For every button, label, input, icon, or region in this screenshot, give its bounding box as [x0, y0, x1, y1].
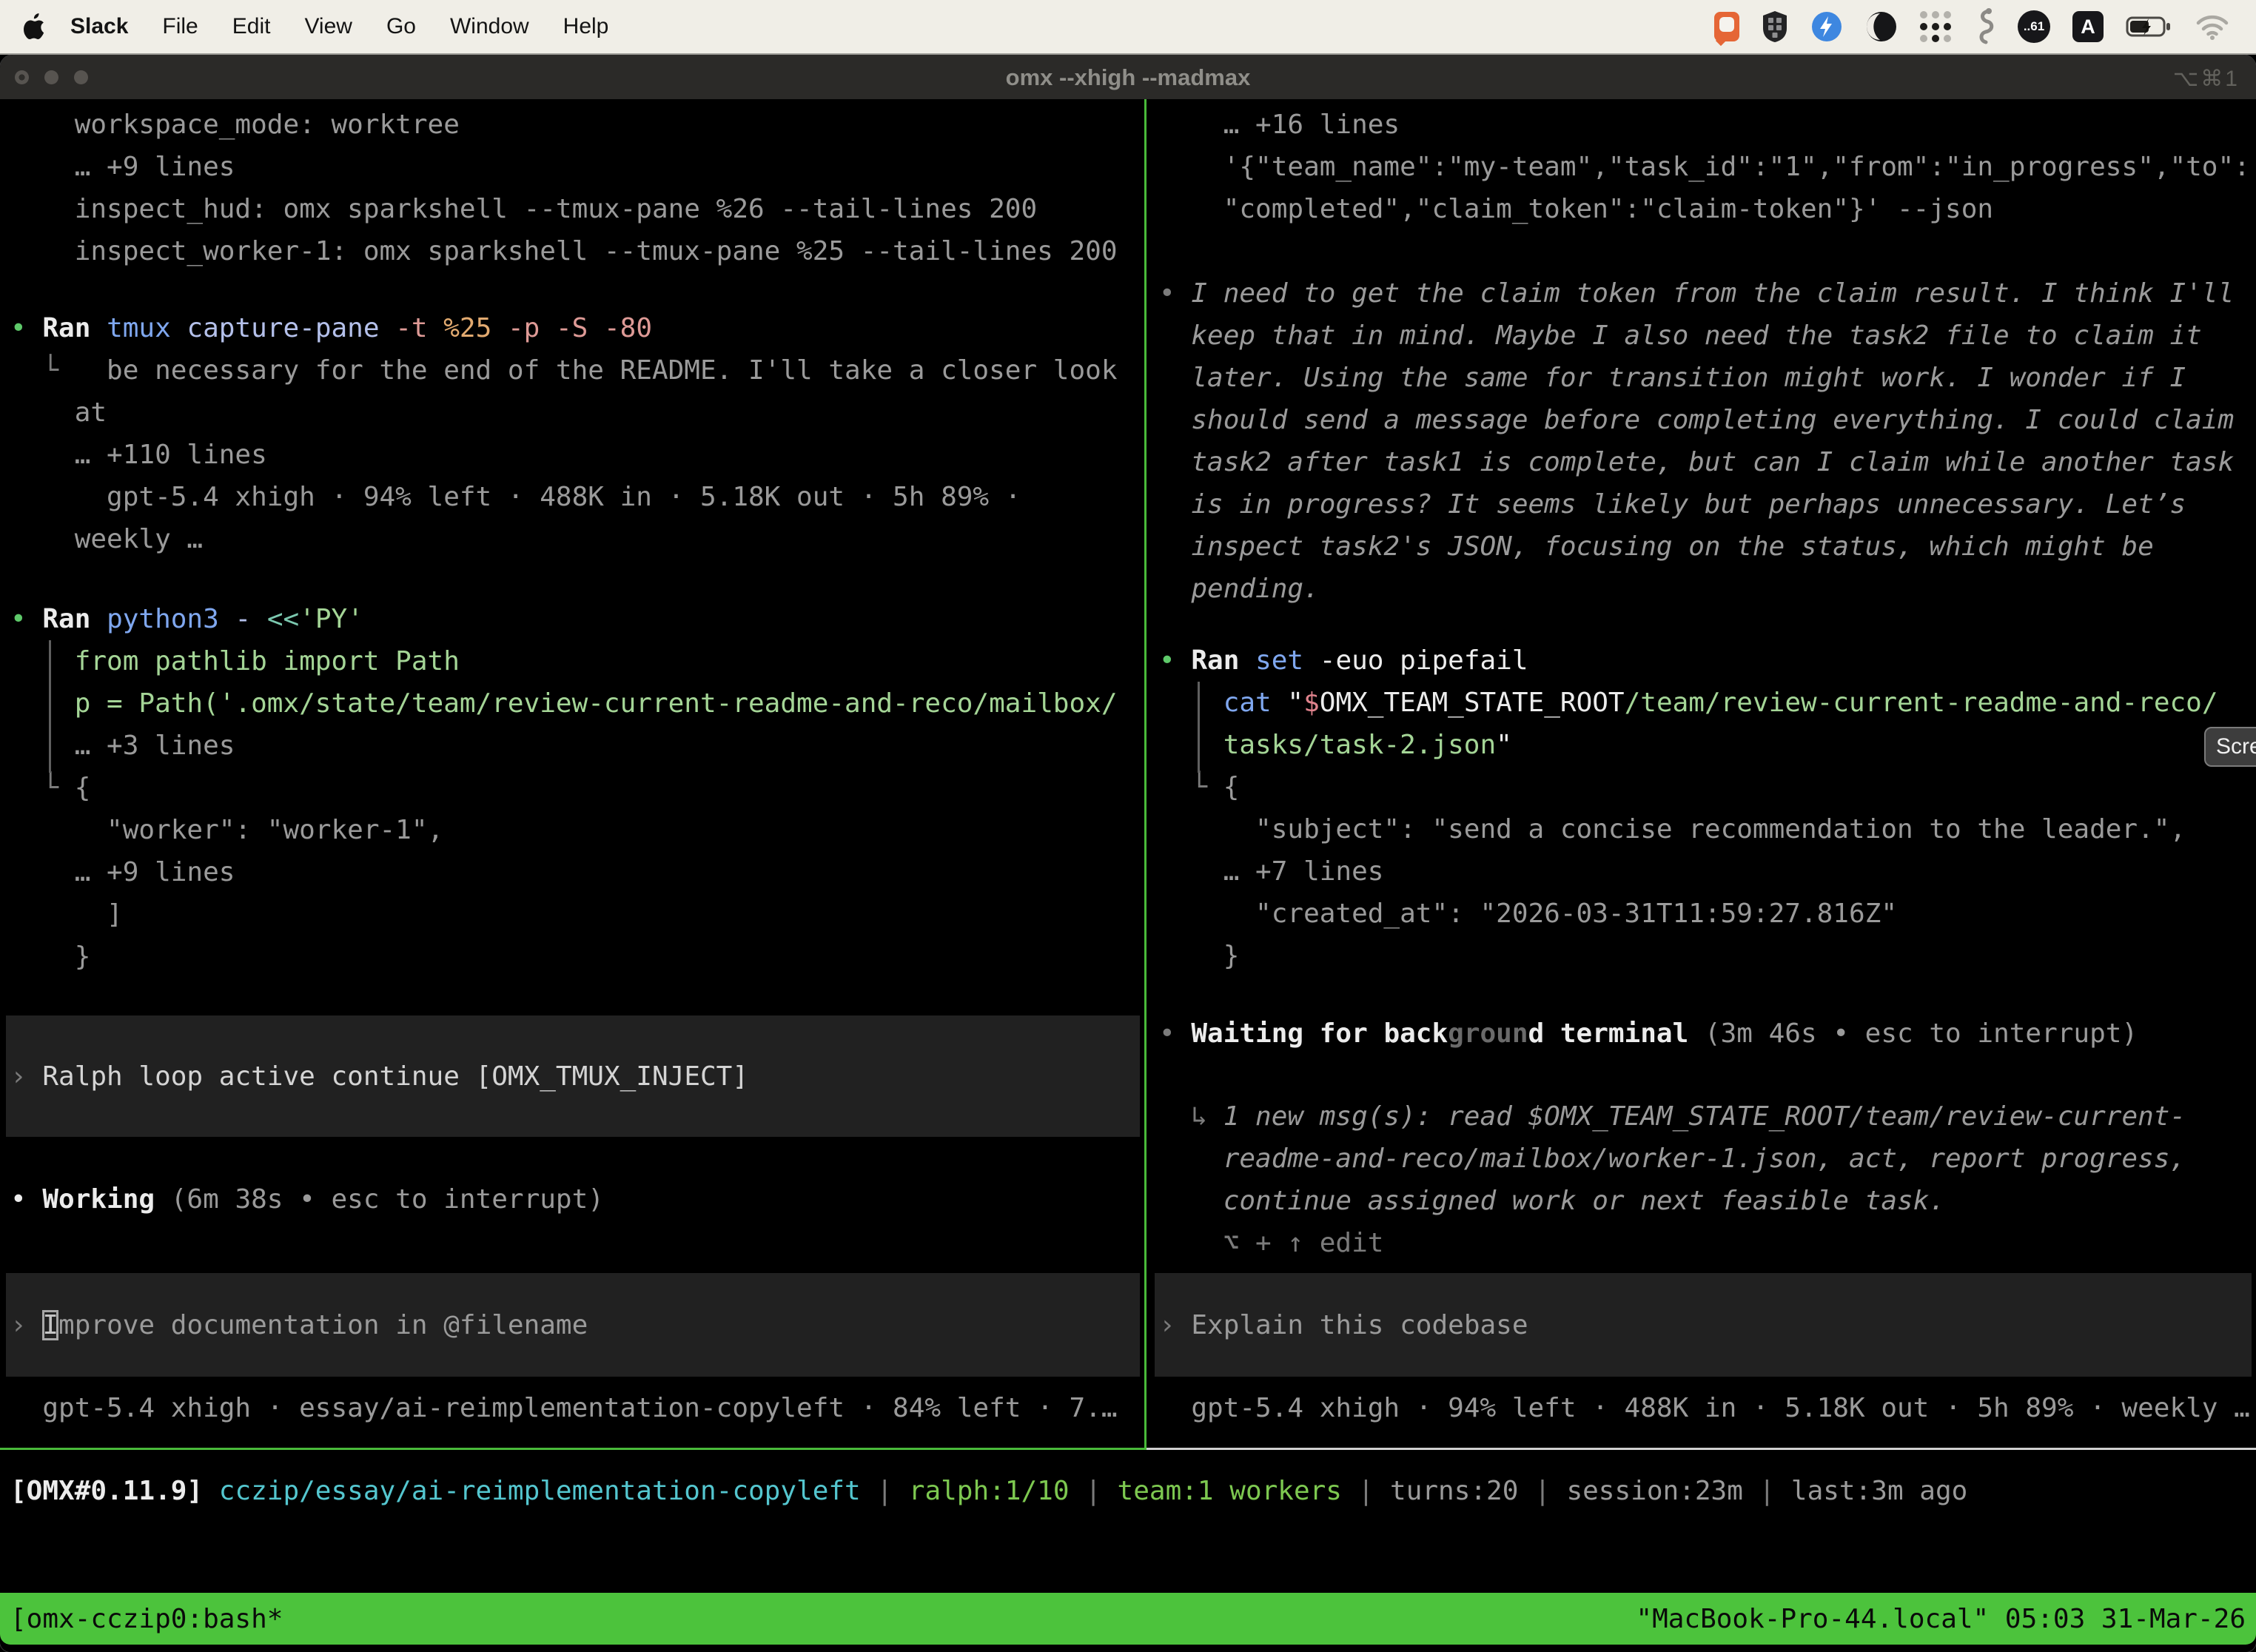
terminal: [omx-cczip0:bash* "MacBook-Pro-44.local"…	[0, 99, 2256, 1652]
terminal-line: "subject": "send a concise recommendatio…	[1159, 808, 2186, 850]
terminal-line: at	[10, 392, 107, 434]
terminal-line: … +7 lines	[1159, 850, 1383, 893]
right-pane: … +16 lines '{"team_name":"my-team","tas…	[1149, 99, 2256, 1448]
tool-call-connector	[1198, 682, 1200, 773]
menu-item-slack[interactable]: Slack	[70, 14, 128, 39]
crescent-circle-icon[interactable]	[1865, 10, 1898, 43]
terminal-line: … +16 lines	[1159, 104, 1400, 146]
terminal-line: • Waiting for background terminal (3m 46…	[1159, 1013, 2138, 1055]
menu-item-go[interactable]: Go	[386, 14, 416, 39]
terminal-line: later. Using the same for transition mig…	[1159, 357, 2186, 399]
terminal-line: • Working (6m 38s • esc to interrupt)	[10, 1178, 604, 1220]
terminal-line: keep that in mind. Maybe I also need the…	[1159, 315, 2202, 357]
dots-grid-icon[interactable]	[1920, 11, 1951, 42]
terminal-line: is in progress? It seems likely but perh…	[1159, 483, 2186, 526]
terminal-line: }	[1159, 935, 1239, 977]
terminal-line: readme-and-reco/mailbox/worker-1.json, a…	[1159, 1138, 2186, 1180]
prompt-input-left-text[interactable]: › Improve documentation in @filename	[10, 1304, 588, 1346]
terminal-line: '{"team_name":"my-team","task_id":"1","f…	[1159, 146, 2250, 188]
terminal-line: workspace_mode: worktree	[10, 104, 460, 146]
apple-menu[interactable]	[24, 13, 46, 40]
terminal-line: • I need to get the claim token from the…	[1159, 272, 2234, 315]
terminal-line: … +3 lines	[10, 725, 235, 767]
terminal-line: • Ran set -euo pipefail	[1159, 639, 1528, 682]
tool-call-connector	[49, 640, 51, 773]
terminal-line: "completed","claim_token":"claim-token"}…	[1159, 188, 1993, 230]
terminal-line: … +9 lines	[10, 146, 235, 188]
window-title-bar[interactable]: omx --xhigh --madmax ⌥⌘1	[0, 55, 2256, 99]
window-title: omx --xhigh --madmax	[0, 64, 2256, 91]
terminal-line: task2 after task1 is complete, but can I…	[1159, 441, 2234, 483]
terminal-line: should send a message before completing …	[1159, 399, 2234, 441]
menu-item-file[interactable]: File	[162, 14, 198, 39]
keyboard-input-icon[interactable]: A	[2072, 11, 2104, 42]
terminal-line: pending.	[1159, 568, 1320, 610]
terminal-line: • Ran python3 - <<'PY'	[10, 598, 363, 640]
terminal-line: inspect_worker-1: omx sparkshell --tmux-…	[10, 230, 1118, 272]
terminal-line: └ {	[10, 767, 90, 809]
prompt-input-right-text[interactable]: › Explain this codebase	[1159, 1304, 1528, 1346]
menu-item-window[interactable]: Window	[450, 14, 529, 39]
terminal-line: … +110 lines	[10, 434, 267, 476]
menu-bar-status-icons: ..61 A	[1714, 7, 2237, 46]
window-shortcut-badge: ⌥⌘1	[2173, 66, 2240, 92]
tmux-status-bar: [omx-cczip0:bash* "MacBook-Pro-44.local"…	[0, 1593, 2256, 1645]
squiggle-icon[interactable]	[1973, 7, 1995, 46]
terminal-line: gpt-5.4 xhigh · 94% left · 488K in · 5.1…	[1159, 1387, 2250, 1429]
terminal-line: • Ran tmux capture-pane -t %25 -p -S -80	[10, 307, 652, 349]
menu-item-view[interactable]: View	[304, 14, 352, 39]
terminal-line: weekly …	[10, 518, 203, 560]
terminal-line: tasks/task-2.json"	[1159, 724, 1512, 766]
menu-item-help[interactable]: Help	[563, 14, 609, 39]
apple-icon	[24, 13, 46, 40]
terminal-line: ⌥ + ↑ edit	[1159, 1222, 1383, 1264]
bottom-pane: [OMX#0.11.9] cczip/essay/ai-reimplementa…	[0, 1450, 2256, 1591]
wifi-icon[interactable]	[2195, 13, 2229, 40]
terminal-line: "created_at": "2026-03-31T11:59:27.816Z"	[1159, 893, 1897, 935]
terminal-line: from pathlib import Path	[10, 640, 460, 682]
menu-bar: Slack File Edit View Go Window Help ..61 A	[0, 0, 2256, 55]
tmux-host-clock-label: "MacBook-Pro-44.local" 05:03 31-Mar-26	[1636, 1604, 2246, 1634]
badge-61-icon[interactable]: ..61	[2018, 10, 2050, 43]
terminal-line: }	[10, 936, 90, 978]
screen-tooltip-label: Scre	[2216, 734, 2256, 759]
terminal-line: continue assigned work or next feasible …	[1159, 1180, 1945, 1222]
pane-divider-vertical[interactable]	[1144, 99, 1147, 1448]
terminal-line: gpt-5.4 xhigh · 94% left · 488K in · 5.1…	[10, 476, 1021, 518]
terminal-line: ↳ 1 new msg(s): read $OMX_TEAM_STATE_ROO…	[1159, 1095, 2186, 1138]
shield-grid-icon[interactable]	[1762, 10, 1788, 43]
menu-items: Slack File Edit View Go Window Help	[53, 14, 625, 39]
terminal-line: gpt-5.4 xhigh · essay/ai-reimplementatio…	[10, 1387, 1118, 1429]
terminal-line: inspect_hud: omx sparkshell --tmux-pane …	[10, 188, 1037, 230]
screen-recording-icon[interactable]	[1714, 12, 1739, 41]
terminal-line: cat "$OMX_TEAM_STATE_ROOT/team/review-cu…	[1159, 682, 2218, 724]
terminal-line: p = Path('.omx/state/team/review-current…	[10, 682, 1118, 725]
left-pane: workspace_mode: worktree … +9 lines insp…	[0, 99, 1144, 1448]
terminal-line: inspect task2's JSON, focusing on the st…	[1159, 526, 2154, 568]
terminal-line: [OMX#0.11.9] cczip/essay/ai-reimplementa…	[10, 1470, 1967, 1512]
terminal-line: └ be necessary for the end of the README…	[10, 349, 1118, 392]
terminal-line: "worker": "worker-1",	[10, 809, 443, 851]
terminal-line: ]	[10, 893, 123, 936]
nav-blue-icon[interactable]	[1810, 10, 1843, 43]
terminal-line: … +9 lines	[10, 851, 235, 893]
ralph-injected-prompt-text[interactable]: › Ralph loop active continue [OMX_TMUX_I…	[10, 1055, 748, 1098]
menu-item-edit[interactable]: Edit	[232, 14, 271, 39]
screen-tooltip: Scre	[2204, 727, 2256, 767]
battery-charging-icon[interactable]	[2126, 15, 2173, 38]
tmux-session-label: [omx-cczip0:bash*	[10, 1604, 283, 1634]
terminal-window: omx --xhigh --madmax ⌥⌘1 [omx-cczip0:bas…	[0, 55, 2256, 1652]
